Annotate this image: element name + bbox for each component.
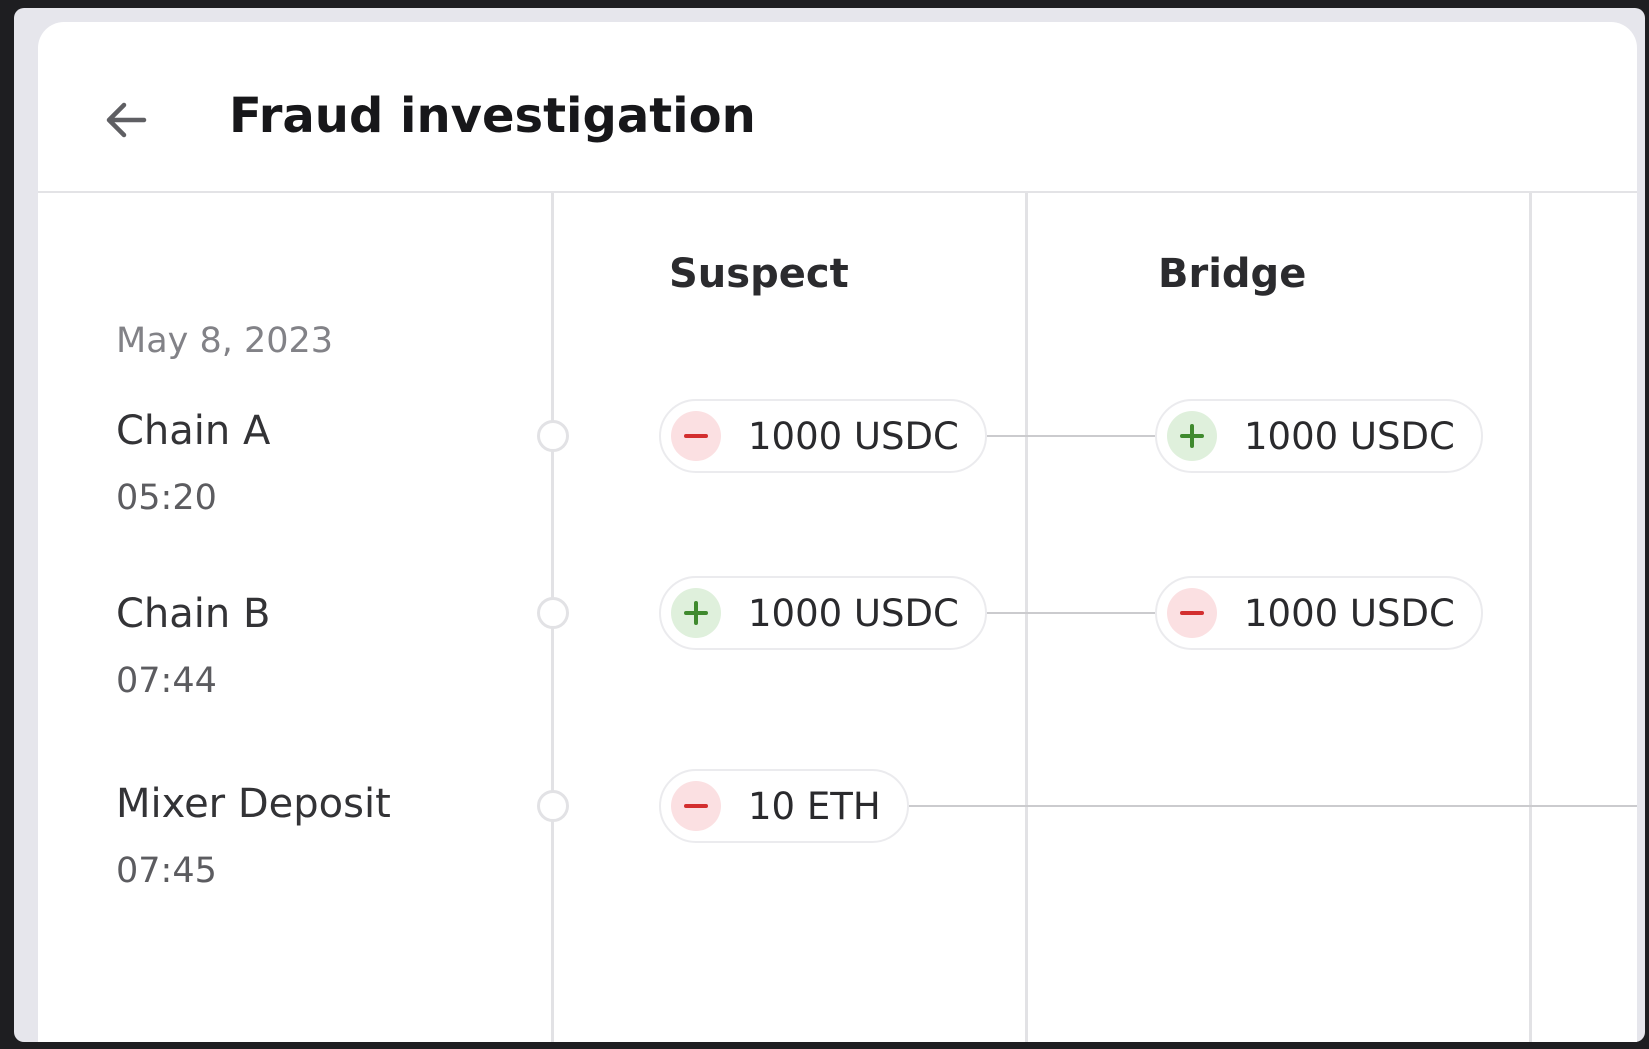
transfer-amount: 1000 USDC (1244, 591, 1455, 635)
timeline-dot (537, 597, 569, 629)
transfer-chip-chain-a-suspect[interactable]: 1000 USDC (659, 399, 987, 473)
transfer-connector (986, 435, 1158, 437)
plus-icon (1167, 411, 1217, 461)
event-time-mixer-deposit: 07:45 (116, 851, 217, 891)
column-header-bridge: Bridge (1158, 251, 1307, 297)
transfer-amount: 10 ETH (748, 784, 881, 828)
transfer-amount: 1000 USDC (1244, 414, 1455, 458)
transfer-chip-chain-b-bridge[interactable]: 1000 USDC (1155, 576, 1483, 650)
timeline-date: May 8, 2023 (116, 321, 334, 361)
transfer-amount: 1000 USDC (748, 414, 959, 458)
arrow-left-icon[interactable] (100, 94, 152, 146)
column-divider (1025, 193, 1028, 1042)
transfer-chip-mixer-suspect[interactable]: 10 ETH (659, 769, 909, 843)
transfer-connector (904, 805, 1637, 807)
window-frame: Fraud investigation Suspect Bridge May 8… (14, 8, 1645, 1042)
page-title: Fraud investigation (229, 88, 756, 144)
event-time-chain-a: 05:20 (116, 478, 217, 518)
investigation-card: Fraud investigation Suspect Bridge May 8… (38, 22, 1637, 1042)
column-divider (1529, 193, 1532, 1042)
event-name-chain-a: Chain A (116, 408, 271, 454)
event-time-chain-b: 07:44 (116, 661, 217, 701)
timeline-dot (537, 790, 569, 822)
column-header-suspect: Suspect (669, 251, 849, 297)
minus-icon (1167, 588, 1217, 638)
transfer-chip-chain-a-bridge[interactable]: 1000 USDC (1155, 399, 1483, 473)
transfer-amount: 1000 USDC (748, 591, 959, 635)
timeline-dot (537, 420, 569, 452)
minus-icon (671, 411, 721, 461)
plus-icon (671, 588, 721, 638)
minus-icon (671, 781, 721, 831)
page-header: Fraud investigation (38, 22, 1637, 193)
transfer-chip-chain-b-suspect[interactable]: 1000 USDC (659, 576, 987, 650)
event-name-mixer-deposit: Mixer Deposit (116, 781, 391, 827)
event-name-chain-b: Chain B (116, 591, 271, 637)
transfer-connector (986, 612, 1158, 614)
